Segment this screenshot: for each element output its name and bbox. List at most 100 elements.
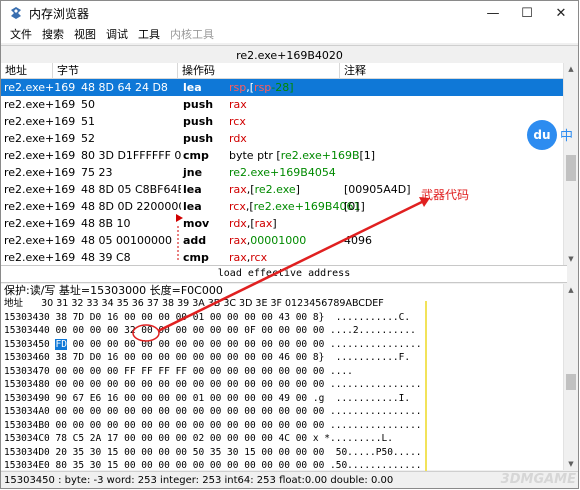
operand-part: 00001000 [250, 234, 307, 247]
header-comment[interactable]: 注释 [340, 63, 567, 78]
operand-part: ,[ [246, 183, 255, 196]
disassembly-row[interactable]: re2.exe+169 52 push rdx [1, 130, 567, 147]
close-button[interactable]: ✕ [544, 1, 578, 25]
row-opcode: lea [183, 81, 202, 94]
row-bytes: 80 3D D1FFFFFF 00 [81, 149, 181, 162]
watermark: 3DMGAME [500, 472, 576, 487]
row-address: re2.exe+169 [4, 200, 76, 213]
row-bytes: 48 8D 05 C8BF64E9 [81, 183, 181, 196]
scrollbar-thumb[interactable] [566, 374, 576, 390]
hex-view-panel[interactable]: 保护:读/写 基址=15303000 长度=F0C000 地址 30 31 32… [1, 284, 567, 470]
disassembly-row[interactable]: re2.exe+169 48 8D 05 C8BF64E9 lea rax,[re2.… [1, 181, 567, 198]
disassembler-header: 地址 字节 操作码 注释 [1, 63, 567, 79]
row-operands: rax,00001000 [229, 234, 344, 247]
row-address: re2.exe+169 [4, 234, 76, 247]
disassembly-row[interactable]: re2.exe+169 48 39 C8 cmp rax,rcx [1, 249, 567, 265]
scroll-down-icon[interactable]: ▼ [564, 458, 578, 470]
operand-part: ] [272, 217, 277, 230]
hex-row[interactable]: 15303480 00 00 00 00 00 00 00 00 00 00 0… [1, 378, 567, 392]
row-opcode: add [183, 234, 207, 247]
hex-row[interactable]: 15303450 FD 00 00 00 00 00 00 00 00 00 0… [1, 338, 567, 352]
disassembly-row[interactable]: re2.exe+169 48 8D 0D 22000000lea rcx,[re2.… [1, 198, 567, 215]
row-operands: rax,[re2.exe] [229, 183, 344, 196]
operand-part: ] [295, 183, 300, 196]
hex-row[interactable]: 15303490 90 67 E6 16 00 00 00 00 01 00 0… [1, 392, 567, 406]
hex-row[interactable]: 15303430 38 7D D0 16 00 00 00 00 01 00 0… [1, 311, 567, 325]
maximize-button[interactable]: ☐ [510, 1, 544, 25]
column-highlight-line [425, 301, 427, 471]
memory-viewer-window: 内存浏览器 — ☐ ✕ 文件 搜索 视图 调试 工具 内核工具 re2.exe+… [0, 0, 579, 489]
disassembler-scrollbar[interactable]: ▲ ▼ [563, 63, 578, 265]
hex-row[interactable]: 153034A0 00 00 00 00 00 00 00 00 00 00 0… [1, 405, 567, 419]
disassembly-row[interactable]: re2.exe+169 48 8D 64 24 D8 lea rsp,[rsp-28] [1, 79, 567, 96]
hex-row-address: 15303450 [4, 338, 56, 350]
scrollbar-thumb[interactable] [566, 155, 576, 181]
disassembly-row[interactable]: re2.exe+169 50 push rax [1, 96, 567, 113]
header-address[interactable]: 地址 [1, 63, 53, 78]
scroll-up-icon[interactable]: ▲ [564, 284, 578, 296]
row-bytes: 48 39 C8 [81, 251, 131, 264]
disassembly-row[interactable]: re2.exe+169 51 push rcx [1, 113, 567, 130]
header-bytes[interactable]: 字节 [53, 63, 178, 78]
row-address: re2.exe+169 [4, 81, 76, 94]
menu-debug[interactable]: 调试 [101, 26, 133, 42]
title-bar: 内存浏览器 — ☐ ✕ [1, 1, 578, 25]
hex-row[interactable]: 15303440 00 00 00 00 32 00 00 00 00 00 0… [1, 324, 567, 338]
row-operands: rcx [229, 115, 344, 128]
hex-row-bytes: 00 00 00 00 00 00 00 00 00 00 00 00 00 0… [66, 338, 422, 350]
cheat-engine-icon [9, 6, 23, 20]
hex-row[interactable]: 153034D0 20 35 30 15 00 00 00 00 50 35 3… [1, 446, 567, 460]
disassembly-address-title: re2.exe+169B4020 [1, 45, 578, 65]
disassembly-row[interactable]: re2.exe+169 80 3D D1FFFFFF 00 cmp byte ptr … [1, 147, 567, 164]
hex-row[interactable]: 15303460 38 7D D0 16 00 00 00 00 00 00 0… [1, 351, 567, 365]
hex-row[interactable]: 153034E0 80 35 30 15 00 00 00 00 00 00 0… [1, 459, 567, 470]
operand-part: byte ptr [ [229, 149, 281, 162]
hex-header: 地址 30 31 32 33 34 35 36 37 38 39 3A 3B 3… [4, 298, 384, 309]
operand-part: re2.exe+169B [280, 149, 360, 162]
menu-search[interactable]: 搜索 [37, 26, 69, 42]
row-opcode: jne [183, 166, 203, 179]
row-bytes: 48 8D 64 24 D8 [81, 81, 168, 94]
scroll-down-icon[interactable]: ▼ [564, 253, 578, 265]
row-address: re2.exe+169 [4, 166, 76, 179]
hex-rows: 15303430 38 7D D0 16 00 00 00 00 01 00 0… [1, 311, 567, 471]
operand-part: rax [254, 217, 273, 230]
header-opcode[interactable]: 操作码 [178, 63, 340, 78]
disassembler-panel[interactable]: 地址 字节 操作码 注释 re2.exe+169 48 8D 64 24 D8 le… [1, 63, 567, 265]
operand-part: ,[ [246, 217, 255, 230]
row-operands: rdx [229, 132, 344, 145]
row-operands: rax [229, 98, 344, 111]
operand-part: -28] [271, 81, 294, 94]
operand-part: re2.exe [254, 183, 296, 196]
menu-file[interactable]: 文件 [5, 26, 37, 42]
hex-scrollbar[interactable]: ▲ ▼ [563, 284, 578, 470]
hex-row[interactable]: 153034B0 00 00 00 00 00 00 00 00 00 00 0… [1, 419, 567, 433]
status-bar: 15303450 : byte: -3 word: 253 integer: 2… [1, 471, 578, 488]
menu-kernel-tools[interactable]: 内核工具 [165, 26, 219, 42]
row-operands: re2.exe+169B4054 [229, 166, 344, 179]
row-address: re2.exe+169 [4, 149, 76, 162]
ime-widget[interactable]: du 中 [527, 120, 579, 150]
row-opcode: cmp [183, 149, 209, 162]
selected-byte[interactable]: FD [55, 338, 67, 350]
disassembly-row[interactable]: re2.exe+169 48 8B 10 mov rdx,[rax] [1, 215, 567, 232]
row-address: re2.exe+169 [4, 183, 76, 196]
memory-region-info: 保护:读/写 基址=15303000 长度=F0C000 [4, 284, 223, 297]
row-opcode: lea [183, 183, 202, 196]
disassembly-row[interactable]: re2.exe+169 48 05 00100000 add rax,00001000… [1, 232, 567, 249]
hex-row[interactable]: 153034C0 78 C5 2A 17 00 00 00 00 02 00 0… [1, 432, 567, 446]
ime-badge-icon[interactable]: du [527, 120, 557, 150]
menu-view[interactable]: 视图 [69, 26, 101, 42]
disassembly-row[interactable]: re2.exe+169 75 23 jne re2.exe+169B4054 [1, 164, 567, 181]
hex-row[interactable]: 15303470 00 00 00 00 FF FF FF FF 00 00 0… [1, 365, 567, 379]
ime-language-label[interactable]: 中 [560, 125, 573, 144]
row-bytes: 50 [81, 98, 95, 111]
minimize-button[interactable]: — [476, 1, 510, 25]
scroll-up-icon[interactable]: ▲ [564, 63, 578, 75]
row-bytes: 51 [81, 115, 95, 128]
row-bytes: 75 23 [81, 166, 113, 179]
row-address: re2.exe+169 [4, 251, 76, 264]
menu-tools[interactable]: 工具 [133, 26, 165, 42]
row-bytes: 52 [81, 132, 95, 145]
row-address: re2.exe+169 [4, 132, 76, 145]
